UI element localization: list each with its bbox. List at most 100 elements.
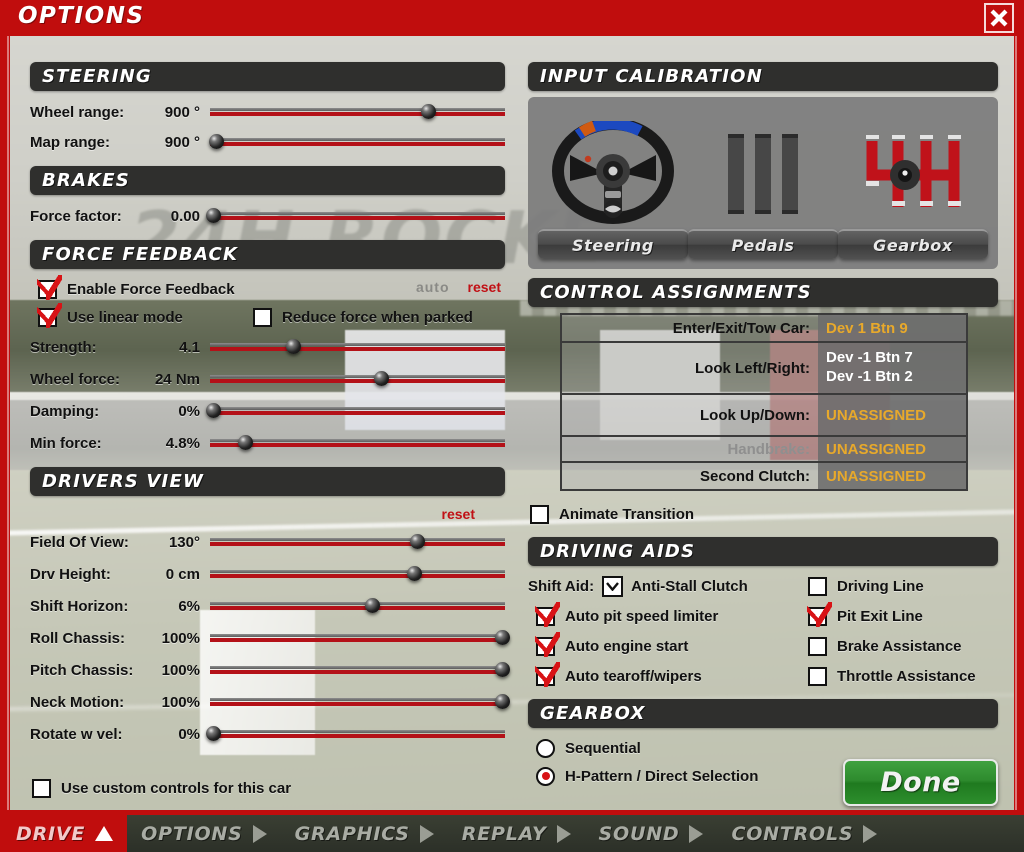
triangle-up-icon — [95, 826, 114, 841]
drv-height-slider[interactable] — [210, 564, 505, 584]
checkbox-label: Pit Exit Line — [837, 607, 923, 625]
slider-row-shift-horizon: Shift Horizon: 6% — [30, 590, 505, 622]
done-button[interactable]: Done — [843, 759, 998, 806]
checkbox-box[interactable] — [37, 302, 62, 328]
pedals-calibration-button[interactable]: Pedals — [688, 229, 838, 259]
drivers-view-reset-button[interactable]: reset — [442, 506, 475, 522]
assignment-value[interactable]: UNASSIGNED — [818, 395, 966, 435]
checkbox-box[interactable] — [37, 274, 62, 300]
assignment-value[interactable]: UNASSIGNED — [818, 437, 966, 461]
slider-knob[interactable] — [205, 208, 221, 223]
nav-item-sound[interactable]: SOUND — [585, 823, 718, 845]
force-factor-value: 0.00 — [170, 207, 200, 225]
checkbox-use-custom-controls[interactable]: Use custom controls for this car — [32, 774, 505, 802]
checkbox-brake-assistance[interactable]: Brake Assistance — [808, 632, 998, 660]
radio-button[interactable] — [536, 738, 555, 758]
damping-label: Damping: — [30, 402, 100, 420]
min-force-slider[interactable] — [210, 433, 505, 453]
steering-wheel-icon — [552, 121, 674, 224]
table-row[interactable]: Handbrake: UNASSIGNED — [562, 437, 966, 463]
gearbox-header-label: GEARBOX — [540, 703, 646, 724]
slider-track-top — [210, 570, 505, 573]
slider-knob[interactable] — [421, 104, 437, 119]
assignment-key: Enter/Exit/Tow Car: — [672, 319, 810, 337]
ffb-auto-label[interactable]: auto — [416, 279, 450, 295]
checkbox-auto-tearoff-wipers[interactable]: Auto tearoff/wipers — [535, 661, 808, 690]
slider-track-top — [210, 602, 505, 605]
slider-knob[interactable] — [495, 630, 511, 645]
wheel-force-label: Wheel force: — [30, 370, 121, 388]
checkbox-box[interactable] — [808, 666, 827, 686]
wheel-force-slider[interactable] — [210, 369, 505, 389]
radio-button[interactable] — [536, 766, 555, 786]
checkbox-reduce-force-when-parked[interactable]: Reduce force when parked — [253, 303, 473, 331]
slider-knob[interactable] — [365, 598, 381, 613]
table-row[interactable]: Look Up/Down: UNASSIGNED — [562, 395, 966, 437]
slider-knob[interactable] — [409, 534, 425, 549]
ffb-reset-button[interactable]: reset — [468, 279, 501, 295]
checkbox-box[interactable] — [807, 601, 832, 627]
slider-knob[interactable] — [495, 694, 511, 709]
nav-item-controls[interactable]: CONTROLS — [717, 823, 891, 845]
checkbox-driving-line[interactable]: Driving Line — [808, 572, 998, 600]
steering-calibration-button[interactable]: Steering — [538, 229, 688, 259]
slider-track-red — [210, 379, 505, 383]
shift-aid-row: Shift Aid: Anti-Stall Clutch — [528, 572, 808, 600]
assignment-value[interactable]: UNASSIGNED — [818, 463, 966, 489]
checkbox-auto-engine-start[interactable]: Auto engine start — [535, 631, 808, 660]
map-range-slider[interactable] — [208, 132, 505, 152]
field-of-view-slider[interactable] — [210, 532, 505, 552]
slider-knob[interactable] — [495, 662, 511, 677]
checkbox-pit-exit-line[interactable]: Pit Exit Line — [807, 601, 998, 630]
radio-sequential[interactable]: Sequential — [536, 734, 998, 762]
checkbox-box[interactable] — [535, 601, 560, 627]
checkbox-box[interactable] — [535, 661, 560, 687]
checkbox-use-linear-mode[interactable]: Use linear mode — [37, 302, 253, 331]
checkbox-auto-pit-speed-limiter[interactable]: Auto pit speed limiter — [535, 601, 808, 630]
slider-knob[interactable] — [208, 134, 224, 149]
frame-left-border — [0, 0, 10, 852]
shift-aid-dropdown[interactable] — [602, 575, 624, 597]
assignment-value[interactable]: Dev 1 Btn 9 — [818, 315, 966, 341]
checkbox-box[interactable] — [32, 778, 51, 798]
shift-horizon-slider[interactable] — [210, 596, 505, 616]
rotate-w-vel-slider[interactable] — [205, 724, 505, 744]
slider-knob[interactable] — [374, 371, 390, 386]
nav-item-label: REPLAY — [461, 822, 547, 845]
nav-item-replay[interactable]: REPLAY — [448, 823, 585, 845]
checkbox-box[interactable] — [808, 576, 827, 596]
force-factor-slider[interactable] — [205, 206, 505, 226]
slider-knob[interactable] — [205, 726, 221, 741]
neck-motion-slider[interactable] — [210, 692, 511, 712]
roll-chassis-slider[interactable] — [210, 628, 511, 648]
slider-knob[interactable] — [406, 566, 422, 581]
nav-item-drive[interactable]: DRIVE — [0, 815, 128, 852]
close-x-icon — [990, 9, 1008, 27]
close-button[interactable] — [984, 3, 1014, 33]
slider-row-strength: Strength: 4.1 — [30, 331, 505, 363]
gearbox-calibration-button[interactable]: Gearbox — [838, 229, 988, 259]
checkbox-box[interactable] — [535, 631, 560, 657]
damping-slider[interactable] — [205, 401, 505, 421]
checkbox-box[interactable] — [530, 504, 549, 524]
strength-slider[interactable] — [210, 337, 505, 357]
checkbox-box[interactable] — [253, 307, 272, 327]
pitch-chassis-slider[interactable] — [210, 660, 511, 680]
slider-knob[interactable] — [205, 403, 221, 418]
wheel-range-value: 900 ° — [164, 103, 200, 121]
assignment-value[interactable]: Dev -1 Btn 7 Dev -1 Btn 2 — [818, 343, 966, 393]
slider-knob[interactable] — [285, 339, 301, 354]
table-row[interactable]: Second Clutch: UNASSIGNED — [562, 463, 966, 489]
nav-item-options[interactable]: OPTIONS — [127, 823, 280, 845]
slider-row-min-force: Min force: 4.8% — [30, 427, 505, 459]
slider-row-rotate-w-vel: Rotate w vel: 0% — [30, 718, 505, 750]
table-row[interactable]: Look Left/Right: Dev -1 Btn 7 Dev -1 Btn… — [562, 343, 966, 395]
wheel-range-slider[interactable] — [210, 102, 505, 122]
bottom-navbar: DRIVE OPTIONS GRAPHICS REPLAY SOUND CONT… — [0, 810, 1024, 852]
table-row[interactable]: Enter/Exit/Tow Car: Dev 1 Btn 9 — [562, 315, 966, 343]
checkbox-throttle-assistance[interactable]: Throttle Assistance — [808, 662, 998, 690]
nav-item-graphics[interactable]: GRAPHICS — [281, 823, 448, 845]
checkbox-box[interactable] — [808, 636, 827, 656]
checkbox-animate-transition[interactable]: Animate Transition — [530, 500, 998, 528]
slider-knob[interactable] — [238, 435, 254, 450]
